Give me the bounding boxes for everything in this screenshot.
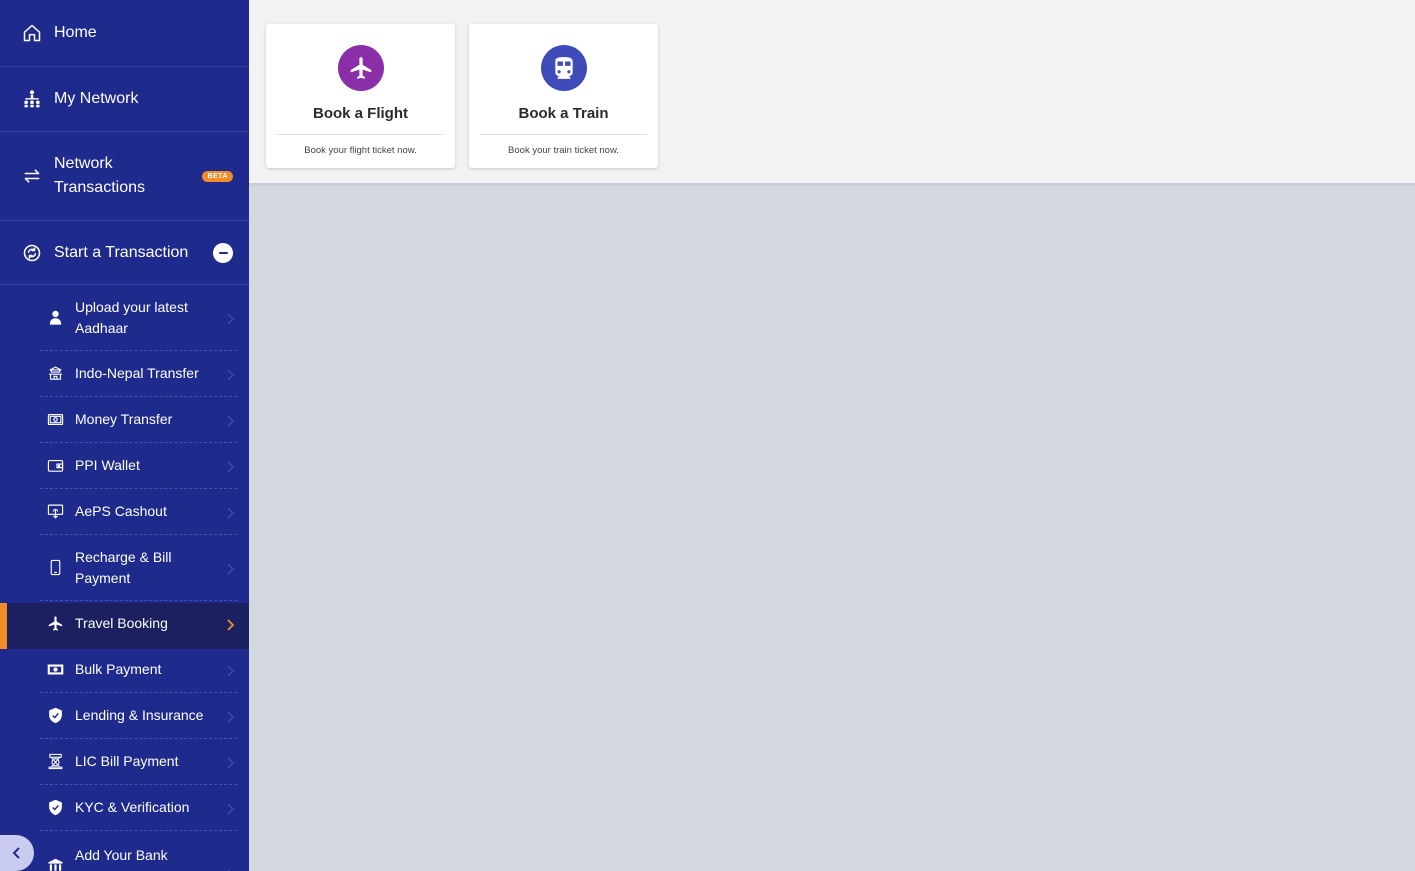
collapse-section-button[interactable] (213, 243, 233, 263)
transaction-icon (22, 243, 42, 263)
active-indicator (0, 603, 7, 649)
booking-options-panel: Book a Flight Book your flight ticket no… (249, 0, 1415, 184)
nav-my-network-label: My Network (54, 90, 139, 107)
sub-item-ppi-wallet[interactable]: PPI Wallet (40, 443, 237, 489)
sub-item-label: Travel Booking (75, 615, 168, 631)
sub-item-kyc-verification[interactable]: KYC & Verification (40, 785, 237, 831)
card-divider (277, 134, 444, 135)
book-train-card[interactable]: Book a Train Book your train ticket now. (469, 24, 658, 168)
chevron-right-icon (225, 312, 235, 325)
train-icon (540, 45, 587, 91)
sub-item-indo-nepal[interactable]: Indo-Nepal Transfer (40, 351, 237, 397)
shield-icon (46, 707, 64, 725)
transaction-submenu: Upload your latest Aadhaar Indo-Nepal Tr… (0, 285, 249, 871)
shield-check-icon (46, 799, 64, 817)
sub-item-add-bank[interactable]: Add Your Bank (40, 831, 237, 871)
sub-item-lending-insurance[interactable]: Lending & Insurance (40, 693, 237, 739)
card-description: Book your train ticket now. (508, 145, 619, 156)
card-title: Book a Flight (313, 105, 408, 122)
nav-start-transaction[interactable]: Start a Transaction (0, 221, 249, 285)
sub-item-label: Indo-Nepal Transfer (75, 365, 199, 381)
money-icon (46, 661, 64, 679)
sidebar: Home My Network Network Transactions BET… (0, 0, 249, 871)
chevron-right-icon (225, 562, 235, 575)
chevron-right-icon (225, 664, 235, 677)
nav-network-transactions[interactable]: Network Transactions BETA (0, 132, 249, 221)
book-flight-card[interactable]: Book a Flight Book your flight ticket no… (266, 24, 455, 168)
sub-item-money-transfer[interactable]: Money Transfer (40, 397, 237, 443)
bank-icon (46, 857, 64, 871)
fingerprint-icon (46, 503, 64, 521)
sub-item-label: Money Transfer (75, 411, 173, 427)
plane-icon (46, 615, 64, 633)
chevron-left-icon (12, 847, 20, 859)
temple-icon (46, 365, 64, 383)
nav-home[interactable]: Home (0, 0, 249, 67)
sub-item-label: KYC & Verification (75, 799, 190, 815)
sub-item-lic-bill[interactable]: LIC Bill Payment (40, 739, 237, 785)
chevron-right-icon (225, 460, 235, 473)
wallet-icon (46, 457, 64, 475)
sub-item-label: AePS Cashout (75, 503, 167, 519)
chevron-right-icon (225, 414, 235, 427)
sub-item-upload-aadhaar[interactable]: Upload your latest Aadhaar (40, 285, 237, 351)
chevron-right-icon (225, 368, 235, 381)
sub-item-label: Add Your Bank (75, 847, 168, 863)
card-divider (480, 134, 647, 135)
home-icon (22, 23, 42, 43)
nav-start-transaction-label: Start a Transaction (54, 243, 189, 261)
nav-home-label: Home (54, 24, 97, 41)
sub-item-label: Lending & Insurance (75, 707, 204, 723)
cash-icon (46, 411, 64, 429)
user-icon (46, 309, 64, 327)
nav-network-transactions-label: Network Transactions (54, 155, 145, 196)
lic-icon (46, 753, 64, 771)
arrows-icon (22, 166, 42, 186)
card-description: Book your flight ticket now. (304, 145, 417, 156)
card-title: Book a Train (518, 105, 609, 122)
beta-badge: BETA (202, 171, 233, 182)
sub-item-aeps-cashout[interactable]: AePS Cashout (40, 489, 237, 535)
sub-item-recharge-bill[interactable]: Recharge & Bill Payment (40, 535, 237, 601)
sub-item-label: Bulk Payment (75, 661, 162, 677)
chevron-right-icon (225, 618, 235, 631)
mobile-icon (46, 559, 64, 577)
sub-item-label: PPI Wallet (75, 457, 140, 473)
sub-item-label: Recharge & Bill Payment (75, 548, 172, 586)
chevron-right-icon (225, 710, 235, 723)
nav-my-network[interactable]: My Network (0, 67, 249, 132)
sub-item-label: Upload your latest Aadhaar (75, 298, 188, 336)
plane-icon (337, 45, 384, 91)
sub-item-label: LIC Bill Payment (75, 753, 179, 769)
sub-item-travel-booking[interactable]: Travel Booking (40, 601, 237, 647)
sub-item-bulk-payment[interactable]: Bulk Payment (40, 647, 237, 693)
chevron-right-icon (225, 756, 235, 769)
network-icon (22, 89, 42, 109)
chevron-right-icon (225, 802, 235, 815)
chevron-right-icon (225, 506, 235, 519)
